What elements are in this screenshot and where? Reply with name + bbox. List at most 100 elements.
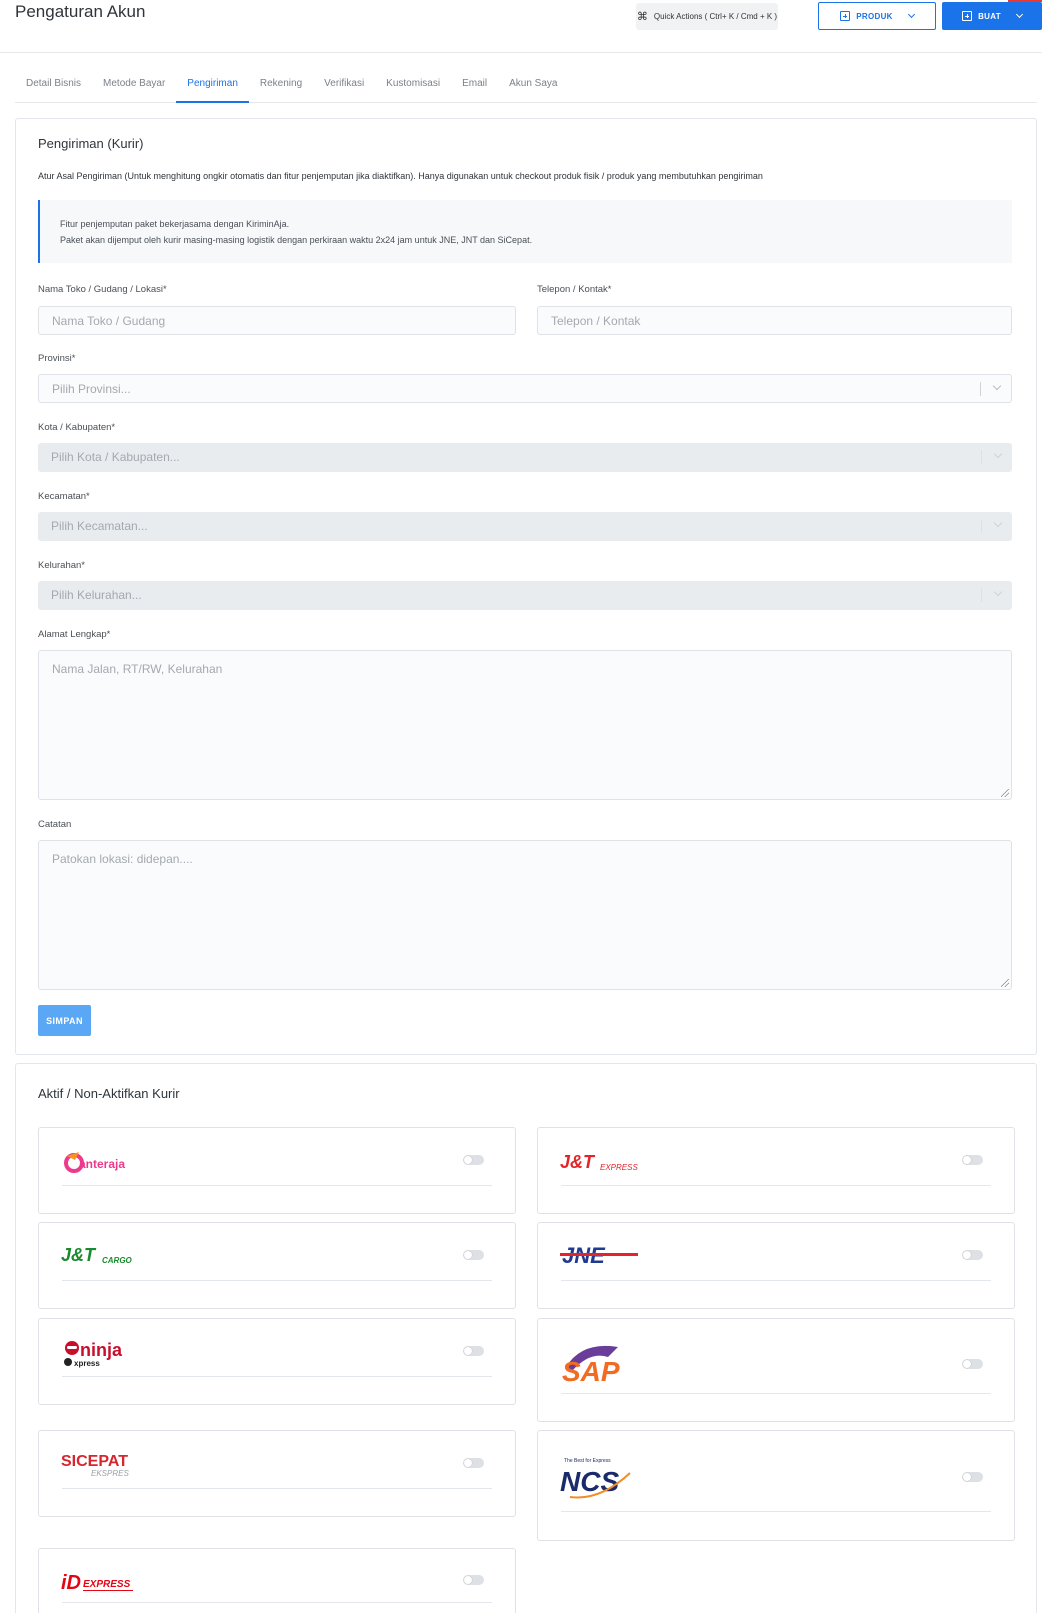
village-select-placeholder: Pilih Kelurahan... <box>51 588 142 602</box>
city-label: Kota / Kabupaten* <box>38 422 116 433</box>
toggle-sap[interactable] <box>962 1359 983 1369</box>
village-label: Kelurahan* <box>38 560 86 571</box>
province-label: Provinsi* <box>38 353 76 364</box>
jne-logo: JNE <box>560 1241 640 1269</box>
divider <box>62 1602 492 1603</box>
toggle-sicepat[interactable] <box>463 1458 484 1468</box>
select-separator <box>981 450 982 464</box>
divider <box>62 1488 492 1489</box>
create-button[interactable]: BUAT <box>942 2 1042 30</box>
village-select: Pilih Kelurahan... <box>38 581 1012 610</box>
select-separator <box>981 588 982 602</box>
pickup-info-box: Fitur penjemputan paket bekerjasama deng… <box>38 200 1012 263</box>
notification-mark <box>1008 0 1042 2</box>
tab-rekening[interactable]: Rekening <box>249 70 313 103</box>
ncs-logo-text: NCS <box>560 1466 619 1497</box>
address-textarea[interactable]: Nama Jalan, RT/RW, Kelurahan <box>38 650 1012 800</box>
courier-item-jt-cargo: J&T CARGO <box>38 1222 516 1309</box>
anteraja-logo: anteraja <box>63 1148 143 1180</box>
courier-item-anteraja: anteraja <box>38 1127 516 1214</box>
tab-kustomisasi[interactable]: Kustomisasi <box>375 70 451 103</box>
quick-actions-button[interactable]: ⌘ Quick Actions ( Ctrl+ K / Cmd + K ) <box>636 3 778 30</box>
notes-textarea[interactable]: Patokan lokasi: didepan.... <box>38 840 1012 990</box>
jt-express-logo-text: J&T <box>560 1152 596 1172</box>
province-select[interactable]: Pilih Provinsi... <box>38 374 1012 403</box>
product-button[interactable]: PRODUK <box>818 2 936 30</box>
plus-square-icon <box>962 11 973 21</box>
divider <box>561 1511 991 1512</box>
tab-verifikasi[interactable]: Verifikasi <box>313 70 375 103</box>
resize-grip-icon[interactable] <box>1001 979 1009 987</box>
divider <box>561 1393 991 1394</box>
tab-detail-bisnis[interactable]: Detail Bisnis <box>15 70 92 103</box>
toggle-jt-express[interactable] <box>962 1155 983 1165</box>
tab-email[interactable]: Email <box>451 70 498 103</box>
jt-express-logo: J&T EXPRESS <box>560 1148 650 1176</box>
phone-input[interactable]: Telepon / Kontak <box>537 306 1012 335</box>
chevron-down-icon <box>1015 10 1023 19</box>
sap-logo-text: SAP <box>562 1356 620 1385</box>
district-select: Pilih Kecamatan... <box>38 512 1012 541</box>
toggle-ncs[interactable] <box>962 1472 983 1482</box>
select-separator <box>981 519 982 533</box>
ncs-tagline-text: The Best for Express <box>564 1458 611 1464</box>
id-logo-text: iD <box>61 1572 81 1594</box>
address-placeholder: Nama Jalan, RT/RW, Kelurahan <box>52 662 223 676</box>
toggle-jt-cargo[interactable] <box>463 1250 484 1260</box>
xpress-logo-text: xpress <box>74 1359 100 1368</box>
toggle-ninja-xpress[interactable] <box>463 1346 484 1356</box>
create-button-label: BUAT <box>978 11 1001 21</box>
tab-pengiriman[interactable]: Pengiriman <box>176 70 249 103</box>
product-button-label: PRODUK <box>856 11 893 21</box>
toggle-jne[interactable] <box>962 1250 983 1260</box>
sicepat-logo: SICEPAT EKSPRES <box>61 1449 151 1479</box>
ncs-logo: The Best for Express NCS <box>560 1453 640 1501</box>
divider <box>62 1280 492 1281</box>
district-label: Kecamatan* <box>38 491 90 502</box>
courier-toggle-card: Aktif / Non-Aktifkan Kurir anteraja J&T … <box>15 1063 1037 1613</box>
courier-section-title: Aktif / Non-Aktifkan Kurir <box>38 1086 180 1101</box>
tab-metode-bayar[interactable]: Metode Bayar <box>92 70 176 103</box>
store-name-label: Nama Toko / Gudang / Lokasi* <box>38 284 167 295</box>
info-line: Paket akan dijemput oleh kurir masing-ma… <box>60 235 533 245</box>
select-separator <box>980 382 981 396</box>
address-label: Alamat Lengkap* <box>38 629 111 640</box>
toggle-anteraja[interactable] <box>463 1155 484 1165</box>
ninja-logo-text: ninja <box>80 1340 123 1360</box>
anteraja-logo-text: anteraja <box>79 1157 125 1171</box>
district-select-placeholder: Pilih Kecamatan... <box>51 519 148 533</box>
page-title: Pengaturan Akun <box>15 2 146 21</box>
courier-item-jne: JNE <box>537 1222 1015 1309</box>
phone-label: Telepon / Kontak* <box>537 284 612 295</box>
save-button[interactable]: SIMPAN <box>38 1005 91 1036</box>
plus-square-icon <box>840 11 851 21</box>
toggle-id-express[interactable] <box>463 1575 484 1585</box>
ekspres-logo-text: EKSPRES <box>91 1469 129 1478</box>
city-select: Pilih Kota / Kabupaten... <box>38 443 1012 472</box>
shipping-description: Atur Asal Pengiriman (Untuk menghitung o… <box>38 171 763 181</box>
courier-item-id-express: iD EXPRESS <box>38 1548 516 1613</box>
jt-cargo-logo: J&T CARGO <box>61 1241 151 1269</box>
sicepat-logo-text: SICEPAT <box>61 1453 128 1470</box>
chevron-down-icon <box>907 10 915 19</box>
tab-akun-saya[interactable]: Akun Saya <box>498 70 568 103</box>
chevron-down-icon <box>993 449 1003 459</box>
sap-logo: SAP <box>560 1337 640 1387</box>
courier-item-sicepat: SICEPAT EKSPRES <box>38 1430 516 1517</box>
store-name-input[interactable]: Nama Toko / Gudang <box>38 306 516 335</box>
jt-cargo-logo-text: J&T <box>61 1245 97 1265</box>
city-select-placeholder: Pilih Kota / Kabupaten... <box>51 450 180 464</box>
jt-express-sub-text: EXPRESS <box>600 1163 638 1172</box>
chevron-down-icon <box>993 518 1003 528</box>
resize-grip-icon[interactable] <box>1001 789 1009 797</box>
ninja-xpress-logo: ninja xpress <box>63 1337 143 1369</box>
id-express-logo: iD EXPRESS <box>61 1569 151 1597</box>
command-icon: ⌘ <box>636 11 648 23</box>
shipping-origin-card: Pengiriman (Kurir) Atur Asal Pengiriman … <box>15 118 1037 1055</box>
courier-item-ncs: The Best for Express NCS <box>537 1430 1015 1541</box>
province-select-placeholder: Pilih Provinsi... <box>52 382 131 396</box>
info-line: Fitur penjemputan paket bekerjasama deng… <box>60 219 290 229</box>
divider <box>561 1185 991 1186</box>
jt-cargo-sub-text: CARGO <box>102 1256 133 1265</box>
notes-label: Catatan <box>38 819 72 830</box>
